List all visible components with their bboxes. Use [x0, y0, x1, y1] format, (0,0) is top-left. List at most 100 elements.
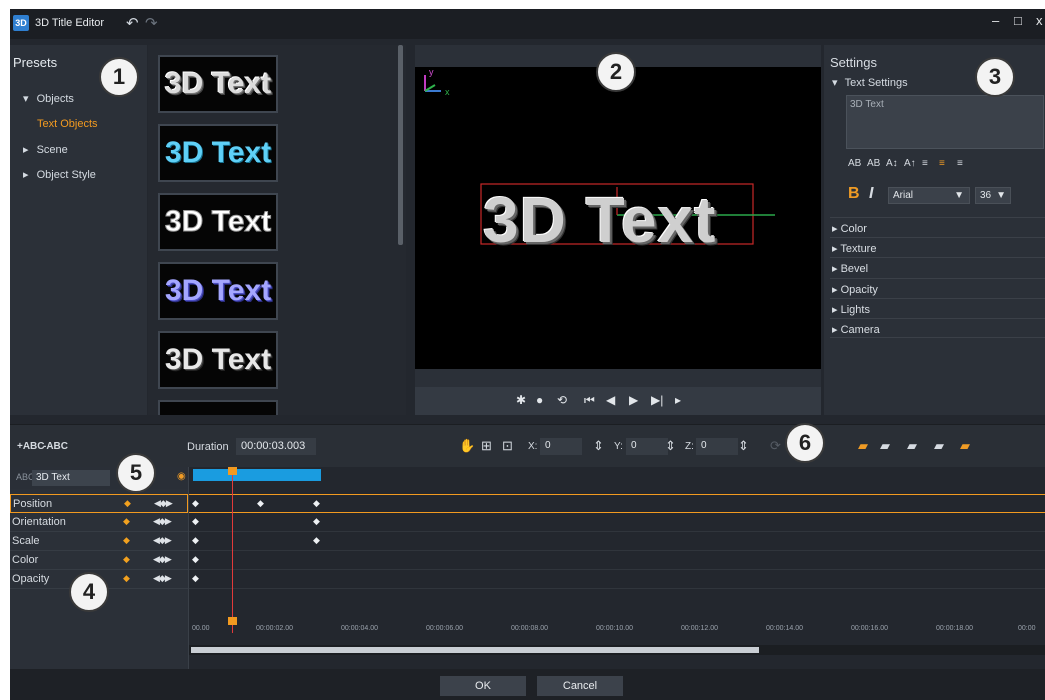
tree-item-object-style[interactable]: ▸ Object Style	[23, 168, 96, 181]
playhead-handle-bottom[interactable]	[228, 617, 237, 625]
property-row-position[interactable]: Position ◆ ◀◆▶	[10, 494, 188, 513]
y-input[interactable]: 0	[626, 438, 668, 455]
text-content-input[interactable]: 3D Text	[846, 95, 1044, 149]
baseline-icon[interactable]: A↑	[904, 158, 916, 169]
stepper-icon[interactable]: ⇕	[593, 438, 604, 454]
property-row-color[interactable]: Color ◆ ◀◆▶	[10, 551, 188, 570]
align-left-icon[interactable]: ≡	[922, 158, 928, 169]
keyframe-nav-icon[interactable]: ◀◆▶	[154, 498, 173, 509]
stepper-icon[interactable]: ⇕	[738, 438, 749, 454]
settings-section-lights[interactable]: ▸ Lights	[830, 298, 1045, 318]
text-settings-header[interactable]: ▾ Text Settings	[832, 76, 908, 89]
preset-thumbnail[interactable]: 3D Text	[158, 331, 278, 389]
keyframe-marker[interactable]: ◆	[192, 535, 199, 546]
stepper-icon[interactable]: ⇕	[665, 438, 676, 454]
go-to-start-icon[interactable]: ⏮	[584, 393, 595, 408]
layer-name[interactable]: 3D Text	[32, 470, 110, 486]
preset-thumbnail-partial[interactable]	[158, 400, 278, 415]
view-right-icon[interactable]: ▰	[907, 438, 917, 454]
playhead-line[interactable]	[232, 467, 233, 633]
thumbnails-scrollbar[interactable]	[398, 45, 403, 245]
play-icon[interactable]: ▶	[629, 393, 638, 407]
track-lane-opacity[interactable]: ◆	[189, 570, 1045, 589]
preset-thumbnail[interactable]: 3D Text	[158, 55, 278, 113]
keyframe-toggle-icon[interactable]: ◆	[123, 573, 130, 584]
record-icon[interactable]: ●	[536, 393, 543, 407]
view-top-icon[interactable]: ▰	[934, 438, 944, 454]
step-back-icon[interactable]: ◀	[606, 393, 615, 407]
property-row-orientation[interactable]: Orientation ◆ ◀◆▶	[10, 513, 188, 532]
view-front-icon[interactable]: ▰	[858, 438, 868, 454]
keyframe-toggle-icon[interactable]: ◆	[123, 554, 130, 565]
keyframe-marker[interactable]: ◆	[313, 498, 320, 509]
settings-section-color[interactable]: ▸ Color	[830, 217, 1045, 237]
keyframe-toggle-icon[interactable]: ◆	[123, 516, 130, 527]
close-button[interactable]: x	[1036, 13, 1043, 28]
line-spacing-icon[interactable]: A↕	[886, 158, 898, 169]
view-perspective-icon[interactable]: ▰	[960, 438, 970, 454]
font-select[interactable]: Arial ▼	[888, 187, 970, 204]
layer-row[interactable]: ABC 3D Text ◉	[10, 467, 188, 489]
reset-icon[interactable]: ⟳	[770, 438, 781, 454]
keyframe-marker[interactable]: ◆	[192, 516, 199, 527]
keyframe-nav-icon[interactable]: ◀◆▶	[153, 516, 172, 527]
align-right-icon[interactable]: ≡	[957, 158, 963, 169]
ok-button[interactable]: OK	[440, 676, 526, 696]
keyframe-marker[interactable]: ◆	[313, 516, 320, 527]
keyframe-marker[interactable]: ◆	[192, 573, 199, 584]
keyframe-nav-icon[interactable]: ◀◆▶	[153, 573, 172, 584]
center-icon[interactable]: ⊡	[502, 438, 513, 454]
tree-item-objects[interactable]: ▾ Objects	[23, 92, 74, 105]
redo-icon[interactable]: ↷	[145, 14, 158, 32]
font-size-select[interactable]: 36 ▼	[975, 187, 1011, 204]
keyframe-nav-icon[interactable]: ◀◆▶	[153, 535, 172, 546]
preset-thumbnail[interactable]: 3D Text	[158, 262, 278, 320]
settings-section-camera[interactable]: ▸ Camera	[830, 318, 1045, 338]
tree-item-text-objects[interactable]: Text Objects	[37, 118, 98, 130]
keyframe-toggle-icon[interactable]: ◆	[124, 498, 131, 509]
property-row-scale[interactable]: Scale ◆ ◀◆▶	[10, 532, 188, 551]
keyframe-marker[interactable]: ◆	[313, 535, 320, 546]
cancel-button[interactable]: Cancel	[537, 676, 623, 696]
remove-text-button[interactable]: -ABC	[43, 441, 68, 452]
preset-thumbnail[interactable]: 3D Text	[158, 193, 278, 251]
text-clip-bar[interactable]	[193, 469, 321, 481]
italic-button[interactable]: I	[869, 185, 873, 203]
fit-icon[interactable]: ⊞	[481, 438, 492, 454]
x-input[interactable]: 0	[540, 438, 582, 455]
timeline-scrollbar-thumb[interactable]	[191, 647, 759, 653]
track-lane-scale[interactable]: ◆ ◆	[189, 532, 1045, 551]
bold-button[interactable]: B	[848, 185, 860, 203]
view-left-icon[interactable]: ▰	[880, 438, 890, 454]
add-text-button[interactable]: +ABC	[17, 441, 45, 452]
settings-section-opacity[interactable]: ▸ Opacity	[830, 278, 1045, 298]
keyframe-toggle-icon[interactable]: ◆	[123, 535, 130, 546]
track-lane-color[interactable]: ◆	[189, 551, 1045, 570]
step-forward-icon[interactable]: ▶|	[651, 393, 663, 407]
preview-3d-text[interactable]: 3D Text	[483, 183, 716, 257]
preview-canvas[interactable]: y x 3D Text	[415, 67, 821, 369]
playhead-handle-top[interactable]	[228, 467, 237, 475]
maximize-button[interactable]: □	[1014, 13, 1022, 28]
loop-icon[interactable]: ⟲	[557, 393, 567, 407]
kerning-icon[interactable]: AB	[848, 158, 861, 169]
align-center-icon[interactable]: ≡	[939, 158, 945, 169]
minimize-button[interactable]: –	[992, 13, 999, 28]
snapshot-icon[interactable]: ✱	[516, 393, 526, 407]
duration-input[interactable]: 00:00:03.003	[236, 438, 316, 455]
visibility-icon[interactable]: ◉	[177, 471, 186, 482]
undo-icon[interactable]: ↶	[126, 14, 139, 32]
settings-section-bevel[interactable]: ▸ Bevel	[830, 257, 1045, 277]
tracking-icon[interactable]: AB	[867, 158, 880, 169]
keyframe-marker[interactable]: ◆	[192, 498, 199, 509]
timeline-scrollbar-track[interactable]	[189, 645, 1045, 655]
keyframe-marker[interactable]: ◆	[257, 498, 264, 509]
hand-icon[interactable]: ✋	[459, 438, 475, 454]
z-input[interactable]: 0	[696, 438, 738, 455]
keyframe-marker[interactable]: ◆	[192, 554, 199, 565]
settings-section-texture[interactable]: ▸ Texture	[830, 237, 1045, 257]
tree-item-scene[interactable]: ▸ Scene	[23, 143, 68, 156]
track-lane-position[interactable]: ◆ ◆ ◆	[189, 494, 1045, 513]
track-lane-orientation[interactable]: ◆ ◆	[189, 513, 1045, 532]
go-to-end-icon[interactable]: ▸	[675, 393, 681, 407]
